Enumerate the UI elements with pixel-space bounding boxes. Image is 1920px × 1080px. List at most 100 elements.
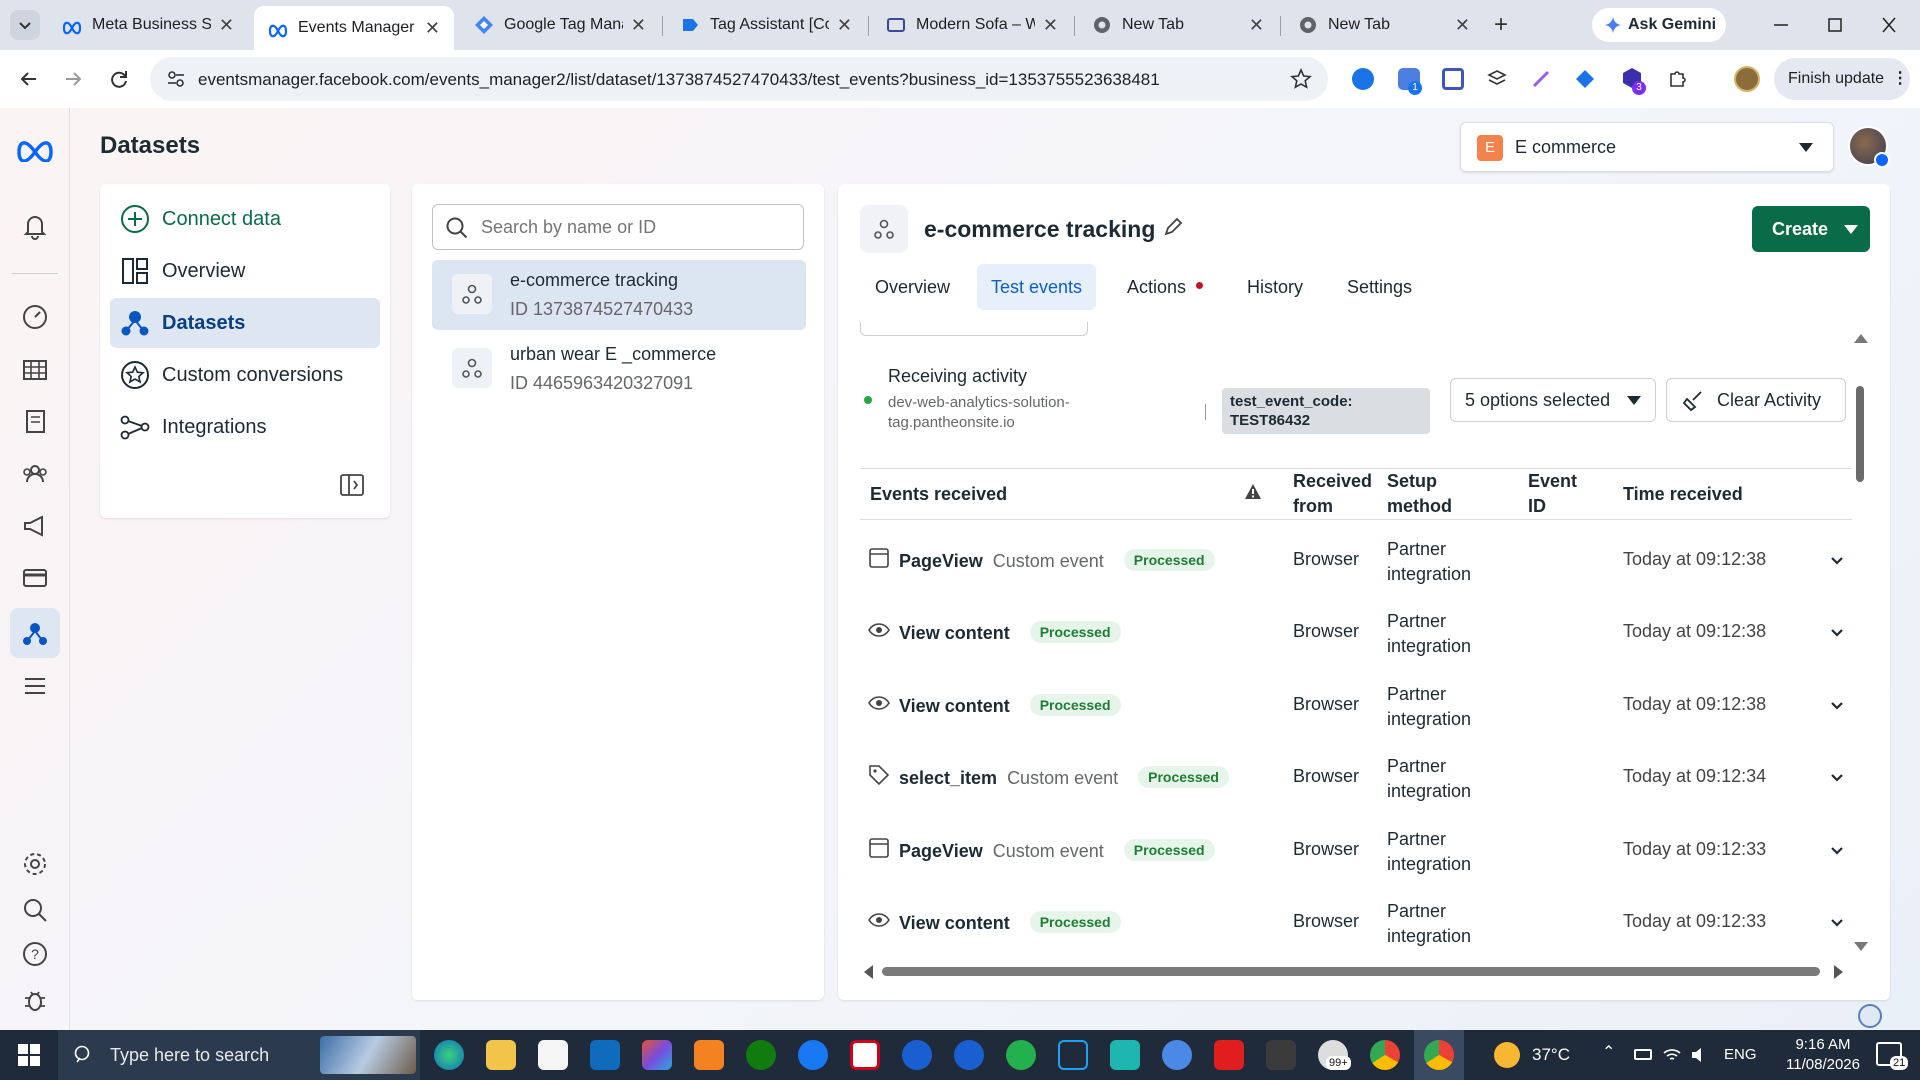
close-tab-icon[interactable]: ✕ [1455, 15, 1470, 36]
scroll-right-arrow[interactable] [1834, 965, 1844, 979]
tray-chevron-icon[interactable]: ⌃ [1602, 1042, 1615, 1062]
settings-gear-icon[interactable] [21, 850, 49, 878]
extension-eye-icon[interactable] [1352, 68, 1374, 90]
profile-avatar[interactable] [1734, 66, 1760, 92]
close-tab-icon[interactable]: ✕ [837, 15, 852, 36]
browser-tab-new-tab-2[interactable]: New Tab ✕ [1284, 8, 1484, 42]
billing-card-icon[interactable] [21, 564, 49, 592]
extension-screen-icon[interactable] [1442, 68, 1464, 90]
dataset-search-input[interactable] [481, 215, 791, 239]
audience-people-icon[interactable] [21, 460, 49, 488]
taskbar-m365-icon[interactable] [642, 1040, 672, 1070]
extensions-puzzle-icon[interactable] [1666, 66, 1690, 90]
dataset-item-urban-wear[interactable]: urban wear E _commerce ID 446596342032709… [432, 334, 806, 404]
taskbar-green-app-icon[interactable] [1006, 1040, 1036, 1070]
tab-actions[interactable]: Actions [1113, 264, 1217, 310]
tray-language[interactable]: ENG [1724, 1046, 1757, 1063]
nav-datasets[interactable]: Datasets [110, 298, 380, 348]
event-row[interactable]: View content Processed Browser Partner integ… [860, 670, 1850, 742]
taskbar-vlc-icon[interactable] [694, 1040, 724, 1070]
dataset-search-box[interactable] [432, 204, 804, 250]
close-window-button[interactable] [1874, 12, 1904, 38]
tab-overview[interactable]: Overview [861, 264, 964, 310]
expand-chevron-icon[interactable] [1829, 553, 1845, 569]
warning-triangle-icon[interactable] [1244, 483, 1262, 501]
rail-events-manager-selected[interactable] [10, 608, 60, 658]
edit-pencil-icon[interactable] [1162, 216, 1184, 238]
ask-gemini-button[interactable]: Ask Gemini [1592, 8, 1726, 42]
taskbar-w-app-icon[interactable] [1266, 1040, 1296, 1070]
create-button[interactable]: Create [1752, 206, 1870, 252]
event-row[interactable]: select_item Custom event Processed Browser P… [860, 742, 1850, 814]
taskbar-file-explorer-icon[interactable] [486, 1040, 516, 1070]
bookmark-star-icon[interactable] [1290, 68, 1312, 90]
expand-chevron-icon[interactable] [1829, 770, 1845, 786]
finish-update-button[interactable]: Finish update ⋮ [1774, 58, 1910, 100]
event-row[interactable]: PageView Custom event Processed Browser Part… [860, 815, 1850, 887]
extension-pen-icon[interactable] [1530, 68, 1552, 90]
taskbar-teal-app-icon[interactable] [1110, 1040, 1140, 1070]
taskbar-search-box[interactable]: Type here to search [58, 1030, 420, 1080]
close-tab-icon[interactable]: ✕ [219, 15, 234, 36]
windows-start-icon[interactable] [18, 1044, 40, 1066]
taskbar-chrome-active-icon[interactable] [1424, 1040, 1454, 1070]
dataset-item-ecommerce-tracking[interactable]: e-commerce tracking ID 1373874527470433 [432, 260, 806, 330]
forward-button[interactable] [58, 64, 88, 94]
site-info-icon[interactable] [166, 69, 186, 89]
user-avatar[interactable] [1848, 126, 1890, 168]
close-tab-icon[interactable]: ✕ [1249, 15, 1264, 36]
url-text[interactable]: eventsmanager.facebook.com/events_manage… [198, 70, 1160, 90]
expand-chevron-icon[interactable] [1829, 843, 1845, 859]
table-grid-icon[interactable] [21, 356, 49, 384]
tray-volume-icon[interactable] [1690, 1045, 1710, 1065]
taskbar-bird-app-icon[interactable] [1058, 1040, 1088, 1070]
browser-tab-tag-assistant[interactable]: Tag Assistant [Co ✕ [666, 8, 866, 42]
menu-hamburger-icon[interactable] [21, 672, 49, 700]
taskbar-chrome-icon[interactable] [1370, 1040, 1400, 1070]
search-icon[interactable] [21, 896, 49, 924]
horizontal-scrollbar-thumb[interactable] [882, 967, 1820, 976]
close-tab-icon[interactable]: ✕ [1043, 15, 1058, 36]
event-row[interactable]: PageView Custom event Processed Browser Part… [860, 525, 1850, 597]
meta-logo-icon[interactable] [16, 134, 54, 162]
event-row[interactable]: View content Processed Browser Partner integ… [860, 597, 1850, 669]
account-selector[interactable]: E E commerce [1460, 122, 1834, 172]
expand-chevron-icon[interactable] [1829, 915, 1845, 931]
notifications-bell-icon[interactable] [21, 212, 49, 240]
address-bar[interactable]: eventsmanager.facebook.com/events_manage… [150, 57, 1328, 101]
taskbar-facebook-icon[interactable] [798, 1040, 828, 1070]
tab-test-events[interactable]: Test events [977, 264, 1097, 310]
new-tab-button[interactable]: + [1486, 10, 1516, 40]
maximize-button[interactable] [1820, 12, 1850, 38]
tray-battery-icon[interactable] [1634, 1049, 1652, 1060]
nav-overview[interactable]: Overview [110, 246, 380, 296]
collapse-panel-icon[interactable] [340, 474, 364, 496]
nav-custom-conversions[interactable]: Custom conversions [110, 350, 380, 400]
reload-button[interactable] [104, 64, 134, 94]
help-icon[interactable]: ? [21, 940, 49, 968]
extension-layers-icon[interactable] [1486, 68, 1508, 90]
browser-tab-new-tab-1[interactable]: New Tab ✕ [1078, 8, 1278, 42]
expand-chevron-icon[interactable] [1829, 698, 1845, 714]
extension-diamond-icon[interactable] [1574, 68, 1596, 90]
event-row[interactable]: View content Processed Browser Partner integ… [860, 887, 1850, 959]
taskbar-p-app-icon[interactable] [850, 1040, 880, 1070]
tab-history[interactable]: History [1233, 264, 1317, 310]
weather-icon[interactable] [1494, 1042, 1520, 1068]
taskbar-store-icon[interactable] [538, 1040, 568, 1070]
globe-help-icon[interactable] [1858, 1004, 1882, 1028]
nav-connect-data[interactable]: Connect data [110, 194, 380, 244]
taskbar-iq-app-2-icon[interactable] [954, 1040, 984, 1070]
vertical-scrollbar-thumb[interactable] [1856, 386, 1864, 482]
browser-tab-events-manager[interactable]: Events Manager ✕ [254, 6, 454, 50]
nav-integrations[interactable]: Integrations [110, 402, 380, 452]
minimize-button[interactable] [1766, 12, 1796, 38]
browser-tab-google-tag-manager[interactable]: Google Tag Mana ✕ [460, 8, 660, 42]
scroll-up-arrow[interactable] [1854, 334, 1868, 344]
taskbar-fi-app-icon[interactable] [1214, 1040, 1244, 1070]
megaphone-icon[interactable] [21, 512, 49, 540]
taskbar-target-app-icon[interactable] [1162, 1040, 1192, 1070]
tray-wifi-icon[interactable] [1662, 1045, 1682, 1065]
tab-settings[interactable]: Settings [1333, 264, 1426, 310]
browser-tab-modern-sofa[interactable]: Modern Sofa – W ✕ [872, 8, 1072, 42]
